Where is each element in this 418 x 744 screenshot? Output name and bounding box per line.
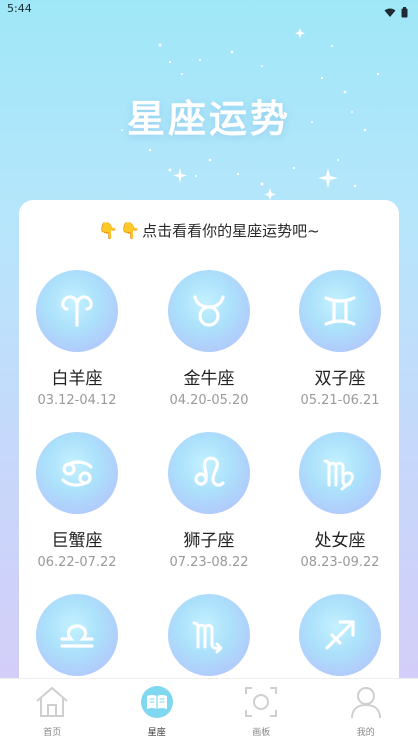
sign-name: 狮子座 xyxy=(183,531,235,551)
gemini-icon xyxy=(299,270,381,352)
taurus-icon xyxy=(168,270,250,352)
camera-icon xyxy=(243,685,279,723)
sign-dates: 07.23-08.22 xyxy=(169,555,249,570)
sagittarius-icon xyxy=(299,594,381,676)
sign-cancer[interactable]: 巨蟹座 06.22-07.22 xyxy=(22,432,132,570)
sign-libra[interactable] xyxy=(22,594,132,688)
tab-drawing-board[interactable]: 画板 xyxy=(209,679,314,744)
tab-home[interactable]: 首页 xyxy=(0,679,105,744)
libra-icon xyxy=(36,594,118,676)
book-icon xyxy=(139,685,175,723)
sign-leo[interactable]: 狮子座 07.23-08.22 xyxy=(154,432,264,570)
sign-dates: 04.20-05.20 xyxy=(169,393,249,408)
app-screen: 5:44 星座运势 👇 👇 点击看看你的星座运势吧~ 白羊座 03.12-04.… xyxy=(0,0,418,744)
tab-label: 画板 xyxy=(252,728,271,738)
tab-constellation[interactable]: 星座 xyxy=(105,679,210,744)
prompt-row: 👇 👇 点击看看你的星座运势吧~ xyxy=(19,220,399,241)
zodiac-card: 👇 👇 点击看看你的星座运势吧~ 白羊座 03.12-04.12 金牛座 04.… xyxy=(19,200,399,740)
sign-name: 白羊座 xyxy=(51,369,103,389)
sign-scorpio[interactable] xyxy=(154,594,264,688)
aries-icon xyxy=(36,270,118,352)
prompt-text: 点击看看你的星座运势吧~ xyxy=(142,222,320,240)
sign-name: 双子座 xyxy=(314,369,366,389)
tab-profile[interactable]: 我的 xyxy=(314,679,418,744)
sign-dates: 08.23-09.22 xyxy=(300,555,380,570)
tab-label: 星座 xyxy=(147,728,166,738)
virgo-icon xyxy=(299,432,381,514)
tab-label: 首页 xyxy=(43,728,62,738)
tab-label: 我的 xyxy=(356,728,375,738)
sign-virgo[interactable]: 处女座 08.23-09.22 xyxy=(285,432,395,570)
sign-taurus[interactable]: 金牛座 04.20-05.20 xyxy=(154,270,264,408)
page-title: 星座运势 xyxy=(126,97,291,141)
sign-name: 金牛座 xyxy=(183,369,235,389)
home-icon xyxy=(34,685,70,723)
leo-icon xyxy=(168,432,250,514)
cancer-icon xyxy=(36,432,118,514)
sign-name: 处女座 xyxy=(314,531,366,551)
sign-gemini[interactable]: 双子座 05.21-06.21 xyxy=(285,270,395,408)
sign-name: 巨蟹座 xyxy=(51,531,103,551)
sign-dates: 05.21-06.21 xyxy=(300,393,380,408)
pointing-down-icon: 👇 xyxy=(120,220,141,240)
sign-dates: 06.22-07.22 xyxy=(37,555,117,570)
pointing-down-icon: 👇 xyxy=(98,220,119,240)
profile-icon xyxy=(348,685,384,723)
sign-sagittarius[interactable] xyxy=(285,594,395,688)
scorpio-icon xyxy=(168,594,250,676)
bottom-tab-bar: 首页 星座 画板 我的 xyxy=(0,678,418,744)
sign-aries[interactable]: 白羊座 03.12-04.12 xyxy=(22,270,132,408)
sign-dates: 03.12-04.12 xyxy=(37,393,117,408)
